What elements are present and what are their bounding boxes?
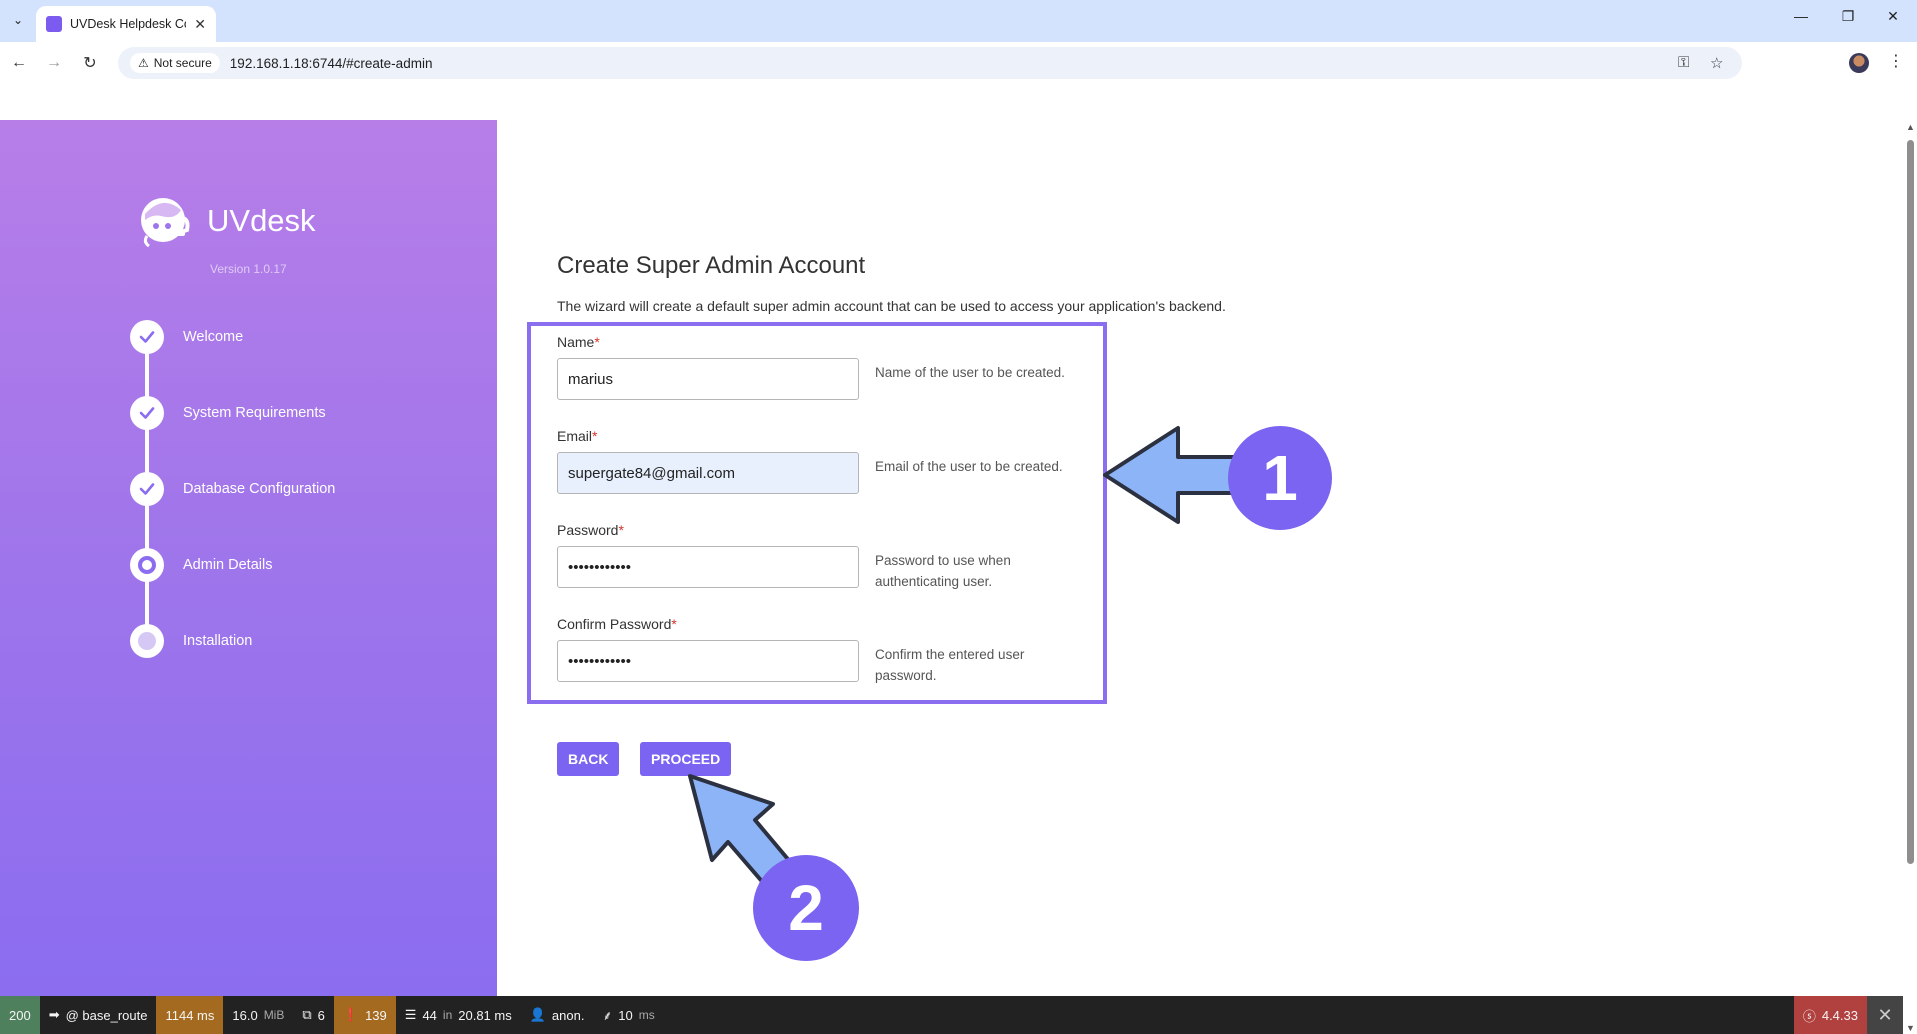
symfony-version-badge[interactable]: ⓢ 4.4.33: [1793, 996, 1867, 1034]
step-label: Welcome: [183, 329, 244, 345]
wizard-sidebar: UVdesk Version 1.0.17 Welcome System Req…: [0, 120, 497, 996]
forms-item[interactable]: ⧉ 6: [293, 996, 334, 1034]
request-time-item[interactable]: 1144 ms: [156, 996, 224, 1034]
logs-alert-icon: ❗: [342, 1007, 360, 1022]
email-label: Email*: [557, 428, 598, 444]
security-item[interactable]: 👤 anon.: [521, 996, 594, 1034]
scroll-up-icon[interactable]: ▲: [1906, 122, 1915, 132]
brand-name: UVdesk: [207, 203, 316, 238]
back-button[interactable]: BACK: [557, 742, 620, 776]
user-icon: 👤: [529, 1007, 546, 1022]
minimize-icon[interactable]: —: [1789, 8, 1813, 24]
step-database-configuration: Database Configuration: [130, 472, 335, 506]
route-item[interactable]: ➡ @ base_route: [40, 996, 157, 1034]
step-label: Installation: [183, 633, 253, 649]
tab-search-icon[interactable]: ⌄: [6, 8, 30, 32]
confirm-password-help: Confirm the entered user password.: [875, 647, 1025, 683]
profile-avatar[interactable]: [1849, 53, 1869, 73]
annotation-badge-1: 1: [1228, 426, 1332, 530]
page-scrollbar[interactable]: ▲ ▼: [1903, 120, 1917, 1034]
route-arrow-icon: ➡: [48, 1007, 60, 1022]
check-icon: [130, 472, 164, 506]
forward-arrow-icon[interactable]: →: [43, 52, 65, 74]
scroll-thumb[interactable]: [1907, 140, 1914, 864]
browser-menu-icon[interactable]: ⋮: [1888, 51, 1904, 71]
password-label: Password*: [557, 522, 624, 538]
name-input[interactable]: [557, 358, 859, 400]
password-input[interactable]: [557, 546, 859, 588]
browser-tab-bar: ⌄ UVDesk Helpdesk Co ✕ — ❐ ✕: [0, 0, 1917, 42]
page-title: Create Super Admin Account: [557, 252, 866, 279]
admin-form-highlight: Name* Name of the user to be created. Em…: [527, 322, 1107, 704]
tab-title: UVDesk Helpdesk Co: [70, 17, 187, 31]
step-installation: Installation: [130, 624, 252, 658]
name-label: Name*: [557, 334, 600, 350]
logs-item[interactable]: ❗ 139: [333, 996, 396, 1034]
twig-leaf-icon: ⸙: [602, 1008, 613, 1023]
active-step-icon: [130, 548, 164, 582]
reload-icon[interactable]: ↻: [79, 52, 101, 74]
step-admin-details: Admin Details: [130, 548, 272, 582]
annotation-arrow-left-icon: [1103, 426, 1238, 524]
step-welcome: Welcome: [130, 320, 243, 354]
warning-icon: ⚠: [138, 56, 149, 70]
address-bar[interactable]: ⚠ Not secure 192.168.1.18:6744/#create-a…: [118, 47, 1742, 79]
confirm-password-label: Confirm Password*: [557, 616, 677, 632]
name-help: Name of the user to be created.: [875, 365, 1065, 380]
tab-close-icon[interactable]: ✕: [194, 16, 206, 33]
email-input[interactable]: [557, 452, 859, 494]
step-label: System Requirements: [183, 405, 326, 421]
password-help: Password to use when authenticating user…: [875, 553, 1011, 589]
memory-item[interactable]: 16.0 MiB: [223, 996, 293, 1034]
password-key-icon[interactable]: ⚿: [1678, 54, 1689, 71]
symfony-logo-icon: ⓢ: [1802, 1008, 1816, 1024]
site-info-chip[interactable]: ⚠ Not secure: [130, 53, 220, 73]
window-close-icon[interactable]: ✕: [1881, 8, 1905, 25]
step-system-requirements: System Requirements: [130, 396, 326, 430]
step-label: Admin Details: [183, 557, 273, 573]
restore-icon[interactable]: ❐: [1836, 8, 1860, 25]
forms-icon: ⧉: [302, 1007, 312, 1022]
page: UVdesk Version 1.0.17 Welcome System Req…: [0, 120, 1917, 996]
debug-toolbar-close-icon[interactable]: ✕: [1867, 996, 1903, 1034]
status-code-badge[interactable]: 200: [0, 996, 40, 1034]
pending-step-icon: [130, 624, 164, 658]
wizard-steps: Welcome System Requirements Database Con…: [130, 320, 470, 658]
bookmark-star-icon[interactable]: ☆: [1710, 54, 1723, 72]
annotation-badge-2: 2: [753, 855, 859, 961]
check-icon: [130, 396, 164, 430]
check-icon: [130, 320, 164, 354]
symfony-debug-toolbar: 200 ➡ @ base_route 1144 ms 16.0 MiB ⧉ 6 …: [0, 996, 1903, 1034]
uvdesk-logo: UVdesk: [135, 190, 316, 252]
back-arrow-icon[interactable]: ←: [8, 52, 30, 74]
browser-tab[interactable]: UVDesk Helpdesk Co ✕: [36, 6, 216, 42]
step-label: Database Configuration: [183, 481, 336, 497]
twig-item[interactable]: ⸙ 10 ms: [593, 996, 663, 1034]
version-label: Version 1.0.17: [210, 262, 287, 276]
database-layers-icon: ☰: [404, 1007, 417, 1022]
database-item[interactable]: ☰ 44 in 20.81 ms: [396, 996, 521, 1034]
email-help: Email of the user to be created.: [875, 459, 1063, 474]
scroll-down-icon[interactable]: ▼: [1906, 1023, 1915, 1033]
support-agent-logo-icon: [135, 190, 197, 252]
intro-text: The wizard will create a default super a…: [557, 298, 1226, 314]
confirm-password-input[interactable]: [557, 640, 859, 682]
browser-toolbar: ← → ↻ ⚠ Not secure 192.168.1.18:6744/#cr…: [0, 42, 1917, 84]
uvdesk-favicon-icon: [46, 16, 62, 32]
url-text: 192.168.1.18:6744/#create-admin: [229, 55, 433, 71]
not-secure-label: Not secure: [153, 56, 212, 70]
